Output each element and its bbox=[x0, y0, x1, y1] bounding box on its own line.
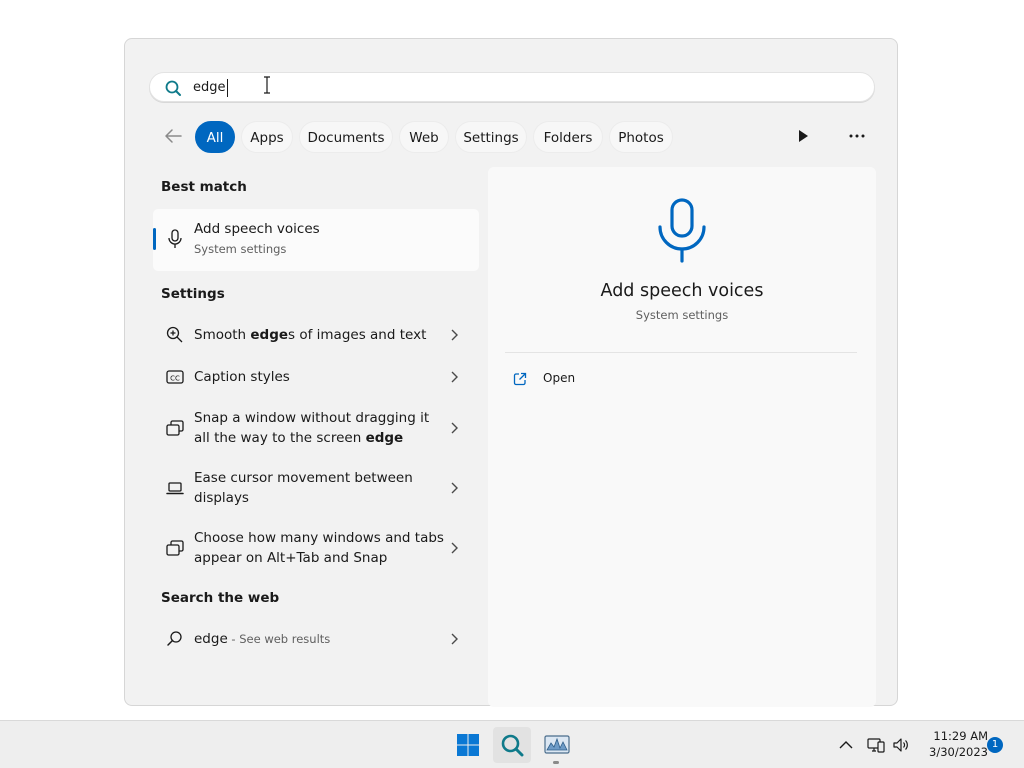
preview-title: Add speech voices bbox=[600, 281, 764, 301]
open-label: Open bbox=[543, 371, 576, 385]
clock-date: 3/30/2023 bbox=[929, 745, 988, 759]
chevron-right-icon bbox=[451, 329, 458, 341]
settings-result-label: Choose how many windows and tabs appear … bbox=[194, 530, 444, 566]
tab-settings[interactable]: Settings bbox=[455, 121, 527, 153]
open-external-icon bbox=[513, 372, 527, 386]
snap-window-icon bbox=[166, 420, 184, 436]
best-match-title: Add speech voices bbox=[194, 221, 320, 237]
text-cursor-icon bbox=[264, 76, 270, 94]
chevron-up-icon[interactable] bbox=[836, 735, 856, 755]
settings-result-label: Ease cursor movement between displays bbox=[194, 470, 413, 506]
snap-window-icon bbox=[166, 540, 184, 556]
system-clock[interactable]: 11:29 AM 3/30/2023 bbox=[918, 728, 988, 760]
more-options-icon[interactable] bbox=[845, 127, 869, 145]
settings-result-item[interactable]: Ease cursor movement between displays bbox=[153, 466, 479, 510]
search-query[interactable]: edge bbox=[193, 79, 228, 97]
settings-heading: Settings bbox=[161, 286, 225, 302]
chevron-right-icon bbox=[451, 371, 458, 383]
start-button[interactable] bbox=[449, 727, 487, 763]
search-web-heading: Search the web bbox=[161, 590, 280, 606]
chevron-right-icon bbox=[451, 633, 458, 645]
svg-text:CC: CC bbox=[170, 375, 180, 383]
search-icon bbox=[165, 80, 181, 96]
settings-result-item[interactable]: Smooth edges of images and text bbox=[153, 321, 479, 349]
search-input[interactable]: edge bbox=[149, 72, 875, 102]
tab-photos[interactable]: Photos bbox=[609, 121, 673, 153]
settings-result-item[interactable]: Choose how many windows and tabs appear … bbox=[153, 526, 479, 570]
microphone-icon bbox=[168, 229, 182, 248]
best-match-item[interactable]: Add speech voices System settings bbox=[153, 209, 479, 271]
network-icon[interactable] bbox=[866, 735, 886, 755]
preview-pane: Add speech voices System settings Open bbox=[488, 167, 876, 707]
taskbar: 11:29 AM 3/30/2023 1 bbox=[0, 720, 1024, 768]
web-result-item[interactable]: edge - See web results bbox=[153, 625, 479, 653]
volume-icon[interactable] bbox=[891, 735, 911, 755]
best-match-subtitle: System settings bbox=[194, 242, 287, 256]
tab-folders[interactable]: Folders bbox=[533, 121, 603, 153]
search-icon bbox=[167, 631, 182, 646]
chevron-right-icon bbox=[451, 482, 458, 494]
selection-indicator bbox=[153, 228, 156, 250]
back-arrow-icon[interactable] bbox=[161, 126, 185, 146]
zoom-icon bbox=[166, 326, 183, 343]
tab-documents[interactable]: Documents bbox=[299, 121, 393, 153]
chevron-right-icon bbox=[451, 422, 458, 434]
open-action[interactable]: Open bbox=[512, 369, 612, 389]
play-icon[interactable] bbox=[795, 127, 811, 145]
search-panel: edge All Apps Documents Web Settings Fol… bbox=[124, 38, 898, 707]
settings-result-label: Smooth edges of images and text bbox=[194, 327, 427, 343]
performance-monitor-icon bbox=[544, 735, 570, 754]
tab-apps[interactable]: Apps bbox=[241, 121, 293, 153]
windows-logo-icon bbox=[457, 734, 479, 756]
search-icon bbox=[501, 734, 524, 757]
notification-badge[interactable]: 1 bbox=[987, 737, 1003, 753]
settings-result-label: Snap a window without dragging it all th… bbox=[194, 410, 430, 446]
settings-result-item[interactable]: Snap a window without dragging it all th… bbox=[153, 406, 479, 450]
divider bbox=[505, 352, 857, 353]
chevron-right-icon bbox=[451, 542, 458, 554]
taskbar-app-button[interactable] bbox=[537, 727, 575, 763]
tab-all[interactable]: All bbox=[195, 121, 235, 153]
preview-subtitle: System settings bbox=[635, 308, 729, 322]
tab-web[interactable]: Web bbox=[399, 121, 449, 153]
web-result-label: edge - See web results bbox=[194, 631, 331, 647]
clock-time: 11:29 AM bbox=[933, 729, 988, 743]
settings-result-item[interactable]: CC Caption styles bbox=[153, 363, 479, 391]
running-indicator bbox=[553, 761, 559, 764]
laptop-icon bbox=[166, 482, 184, 495]
microphone-icon bbox=[658, 198, 706, 263]
taskbar-search-button[interactable] bbox=[493, 727, 531, 763]
settings-result-label: Caption styles bbox=[194, 369, 290, 385]
closed-caption-icon: CC bbox=[166, 370, 184, 384]
best-match-heading: Best match bbox=[161, 179, 247, 195]
